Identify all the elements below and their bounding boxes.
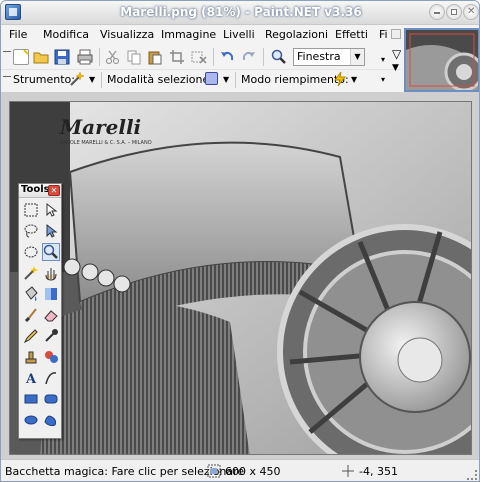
svg-text:A: A [25,372,37,386]
open-folder-icon[interactable] [33,49,49,65]
status-bar: Bacchetta magica: Fare clic per selezion… [1,459,479,481]
toolbar-grip[interactable] [3,76,11,84]
zoom-select-value: Finestra [297,50,341,63]
menu-livelli[interactable]: Livelli [223,28,255,41]
copy-icon[interactable] [126,49,142,65]
rounded-rectangle-tool-icon[interactable] [43,391,59,407]
recolor-tool-icon[interactable] [43,349,59,365]
ellipse-tool-icon[interactable] [23,412,39,428]
menu-finestra-truncated[interactable]: Fi [379,28,388,41]
tool-label: Strumento: [13,73,75,86]
paste-icon[interactable] [147,49,163,65]
paintnet-window: Marelli.png (81%) - Paint.NET v3.36 ✕ Fi… [0,0,480,482]
undo-icon[interactable] [219,49,235,65]
color-picker-tool-icon[interactable] [43,328,59,344]
eraser-tool-icon[interactable] [43,307,59,323]
move-selected-pixels-tool-icon[interactable] [43,223,59,239]
tools-window: Tools ✕ A [18,183,62,439]
toolbar-grip[interactable] [3,51,11,59]
freeform-shape-tool-icon[interactable] [43,412,59,428]
cursor-position: -4, 351 [359,465,398,478]
menu-modifica[interactable]: Modifica [43,28,89,41]
pencil-tool-icon[interactable] [23,328,39,344]
text-tool-icon[interactable]: A [23,370,39,387]
lasso-select-tool-icon[interactable] [23,223,39,239]
pan-tool-icon[interactable] [43,265,59,281]
image-size-icon [207,464,221,478]
minimize-button[interactable] [429,4,445,20]
redo-icon[interactable] [241,49,257,65]
menu-visualizza[interactable]: Visualizza [100,28,154,41]
paintbrush-tool-icon[interactable] [23,307,39,323]
crop-to-selection-icon[interactable] [169,49,185,65]
ellipse-select-tool-icon[interactable] [23,244,39,260]
toolbar-overflow-icon[interactable]: ▾ [381,55,385,64]
chevron-down-icon[interactable]: ▼ [351,75,357,84]
layers-icon[interactable] [391,29,401,39]
rectangle-tool-icon[interactable] [23,391,39,407]
title-bar[interactable]: Marelli.png (81%) - Paint.NET v3.36 ✕ [1,1,479,25]
paint-bucket-tool-icon[interactable] [23,286,39,302]
tools-close-button[interactable]: ✕ [48,185,60,196]
chevron-down-icon[interactable]: ▼ [392,63,399,73]
cut-icon[interactable] [105,49,121,65]
expand-down-icon[interactable]: ▽ [392,47,401,61]
magic-wand-icon[interactable] [69,71,85,87]
clone-stamp-tool-icon[interactable] [23,349,39,365]
gradient-tool-icon[interactable] [43,286,59,302]
menu-effetti[interactable]: Effetti [335,28,368,41]
image-caption-company: ERCOLE MARELLI & C. S.A. – MILANO [60,140,152,146]
deselect-icon[interactable] [191,49,207,65]
zoom-select[interactable]: Finestra ▼ [293,48,365,66]
thumbnail-controls: ▽ ▼ [389,27,403,91]
move-selection-tool-icon[interactable] [43,202,59,218]
image-caption-logo: Marelli [59,115,141,139]
canvas-area[interactable]: Marelli ERCOLE MARELLI & C. S.A. – MILAN… [1,92,479,459]
close-button[interactable]: ✕ [463,4,479,20]
image-canvas[interactable]: Marelli ERCOLE MARELLI & C. S.A. – MILAN… [9,101,472,455]
chevron-down-icon[interactable]: ▼ [223,75,229,84]
chevron-down-icon[interactable]: ▼ [89,75,95,84]
tools-title: Tools [21,184,50,195]
new-file-icon[interactable] [13,49,29,65]
zoom-icon[interactable] [271,49,287,65]
menu-bar: File Modifica Visualizza Immagine Livell… [1,25,401,45]
menu-file[interactable]: File [9,28,27,41]
resize-grip[interactable] [467,470,477,480]
magic-wand-tool-icon[interactable] [23,265,39,281]
line-curve-tool-icon[interactable] [43,370,59,386]
flood-mode-icon[interactable] [332,71,348,87]
selection-mode-icon[interactable] [205,72,218,85]
selection-mode-label: Modalità selezione: [107,73,213,86]
zoom-tool-icon[interactable] [42,243,60,261]
image-thumbnail[interactable] [404,28,479,92]
window-title: Marelli.png (81%) - Paint.NET v3.36 [120,5,362,19]
motor-photo: Marelli ERCOLE MARELLI & C. S.A. – MILAN… [10,102,471,454]
image-size: 600 x 450 [225,465,281,478]
rectangle-select-tool-icon[interactable] [23,202,39,218]
toolbar-overflow-icon[interactable]: ▾ [381,75,385,84]
menu-immagine[interactable]: Immagine [161,28,216,41]
cursor-position-icon [341,464,355,478]
tools-title-bar[interactable]: Tools ✕ [19,184,61,198]
maximize-button[interactable] [446,4,462,20]
print-icon[interactable] [77,49,93,65]
save-icon[interactable] [54,49,70,65]
chevron-down-icon[interactable]: ▼ [350,49,364,65]
menu-regolazioni[interactable]: Regolazioni [265,28,328,41]
